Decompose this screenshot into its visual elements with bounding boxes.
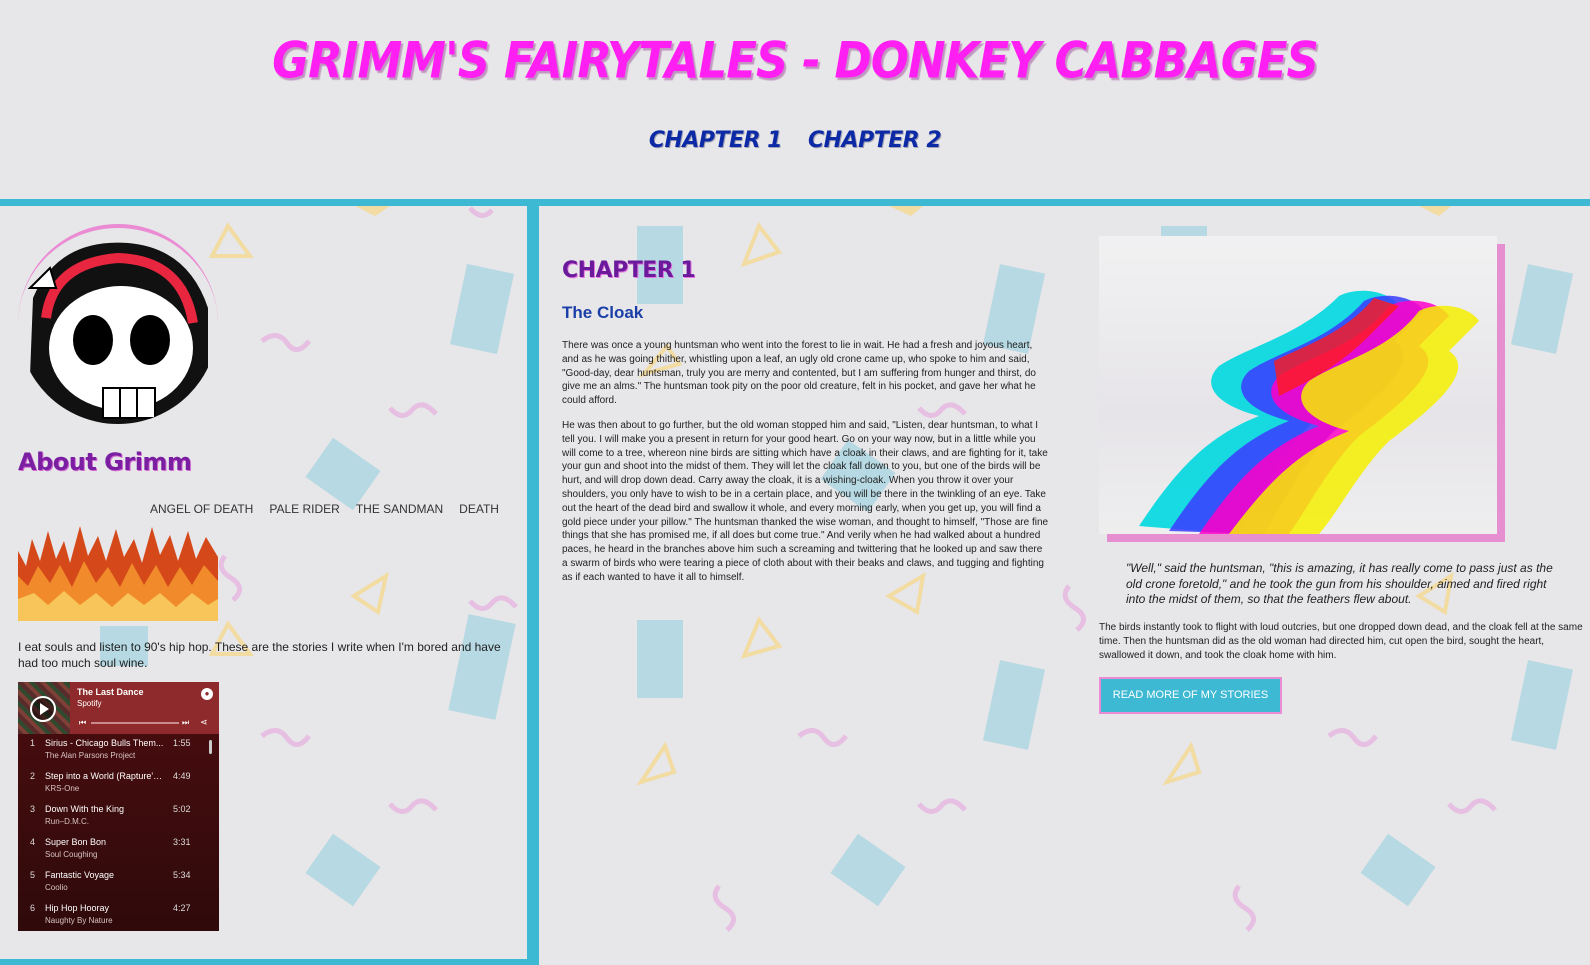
story-paragraph: The birds instantly took to flight with …	[1099, 622, 1583, 661]
chapter-nav: CHAPTER 1 CHAPTER 2	[0, 128, 1590, 153]
nav-chapter-1[interactable]: CHAPTER 1	[649, 128, 783, 153]
track-artist: Coolio	[45, 883, 68, 892]
playlist-title[interactable]: The Last Dance	[77, 687, 144, 697]
flames-icon	[18, 521, 218, 621]
spotify-logo-icon[interactable]: ●	[201, 688, 213, 700]
header-divider	[0, 199, 1590, 206]
bird-icon	[1139, 290, 1479, 534]
track-name: Fantastic Voyage	[45, 870, 115, 880]
track-duration: 1:55	[173, 738, 191, 748]
track-number: 4	[30, 837, 36, 847]
site-title: GRIMM'S FAIRYTALES - DONKEY CABBAGES	[272, 31, 1319, 90]
about-heading: About Grimm	[18, 448, 192, 476]
track-artist: The Alan Parsons Project	[45, 751, 136, 760]
track-row[interactable]: 6 Hip Hop Hooray Naughty By Nature 4:27	[18, 899, 219, 931]
track-name: Hip Hop Hooray	[45, 903, 110, 913]
play-button[interactable]	[30, 696, 56, 722]
fire-image	[18, 521, 218, 621]
track-row[interactable]: 3 Down With the King Run–D.M.C. 5:02	[18, 800, 219, 833]
track-artist: KRS-One	[45, 784, 80, 793]
track-duration: 4:27	[173, 903, 191, 913]
story-body: There was once a young huntsman who went…	[562, 339, 1049, 596]
spotify-embed[interactable]: The Last Dance Spotify ● ⏮ ⏭ ⋖ 1 Sirius …	[18, 682, 219, 931]
glitch-bird-image	[1099, 236, 1497, 534]
grim-reaper-avatar	[18, 224, 218, 424]
next-track-icon[interactable]: ⏭	[182, 718, 189, 728]
track-number: 1	[30, 738, 36, 748]
main-content: CHAPTER 1 The Cloak There was once a you…	[534, 206, 1590, 965]
story-paragraph: There was once a young huntsman who went…	[562, 340, 1036, 407]
story-title: The Cloak	[562, 303, 644, 322]
share-icon[interactable]: ⋖	[200, 717, 208, 728]
track-number: 3	[30, 804, 36, 814]
menu-item-the-sandman[interactable]: THE SANDMAN	[356, 502, 443, 516]
bio-text: I eat souls and listen to 90's hip hop. …	[18, 640, 501, 670]
track-name: Step into a World (Rapture's...	[45, 771, 165, 781]
sidebar-menu: ANGEL OF DEATH PALE RIDER THE SANDMAN DE…	[150, 502, 512, 516]
read-more-button[interactable]: READ MORE OF MY STORIES	[1099, 677, 1282, 714]
track-row[interactable]: 2 Step into a World (Rapture's... KRS-On…	[18, 767, 219, 800]
chapter-heading: CHAPTER 1	[562, 258, 696, 283]
track-artist: Run–D.M.C.	[45, 817, 90, 826]
left-sidebar: About Grimm ANGEL OF DEATH PALE RIDER TH…	[0, 206, 534, 965]
playlist-source: Spotify	[77, 699, 102, 708]
previous-track-icon[interactable]: ⏮	[79, 718, 86, 728]
track-duration: 4:49	[173, 771, 191, 781]
track-row[interactable]: 5 Fantastic Voyage Coolio 5:34	[18, 866, 219, 899]
story-paragraph: He was then about to go further, but the…	[562, 419, 1049, 583]
menu-item-pale-rider[interactable]: PALE RIDER	[269, 502, 339, 516]
track-artist: Soul Coughing	[45, 850, 98, 859]
story-quote: "Well," said the huntsman, "this is amaz…	[1126, 561, 1553, 606]
progress-bar[interactable]	[91, 722, 179, 724]
menu-item-angel-of-death[interactable]: ANGEL OF DEATH	[150, 502, 253, 516]
track-duration: 5:34	[173, 870, 191, 880]
nav-chapter-2[interactable]: CHAPTER 2	[808, 128, 942, 153]
site-header: GRIMM'S FAIRYTALES - DONKEY CABBAGES CHA…	[0, 0, 1590, 199]
left-bottom-divider	[0, 959, 534, 965]
track-duration: 5:02	[173, 804, 191, 814]
track-name: Super Bon Bon	[45, 837, 107, 847]
track-number: 5	[30, 870, 36, 880]
skull-icon	[27, 242, 208, 424]
track-number: 2	[30, 771, 36, 781]
track-name: Sirius - Chicago Bulls Them...	[45, 738, 164, 748]
menu-item-death[interactable]: DEATH	[459, 502, 499, 516]
track-duration: 3:31	[173, 837, 191, 847]
track-name: Down With the King	[45, 804, 125, 814]
track-artist: Naughty By Nature	[45, 916, 113, 925]
track-row[interactable]: 1 Sirius - Chicago Bulls Them... The Ala…	[18, 734, 219, 767]
track-row[interactable]: 4 Super Bon Bon Soul Coughing 3:31	[18, 833, 219, 866]
spotify-header: The Last Dance Spotify ● ⏮ ⏭ ⋖	[18, 682, 219, 734]
track-number: 6	[30, 903, 36, 913]
